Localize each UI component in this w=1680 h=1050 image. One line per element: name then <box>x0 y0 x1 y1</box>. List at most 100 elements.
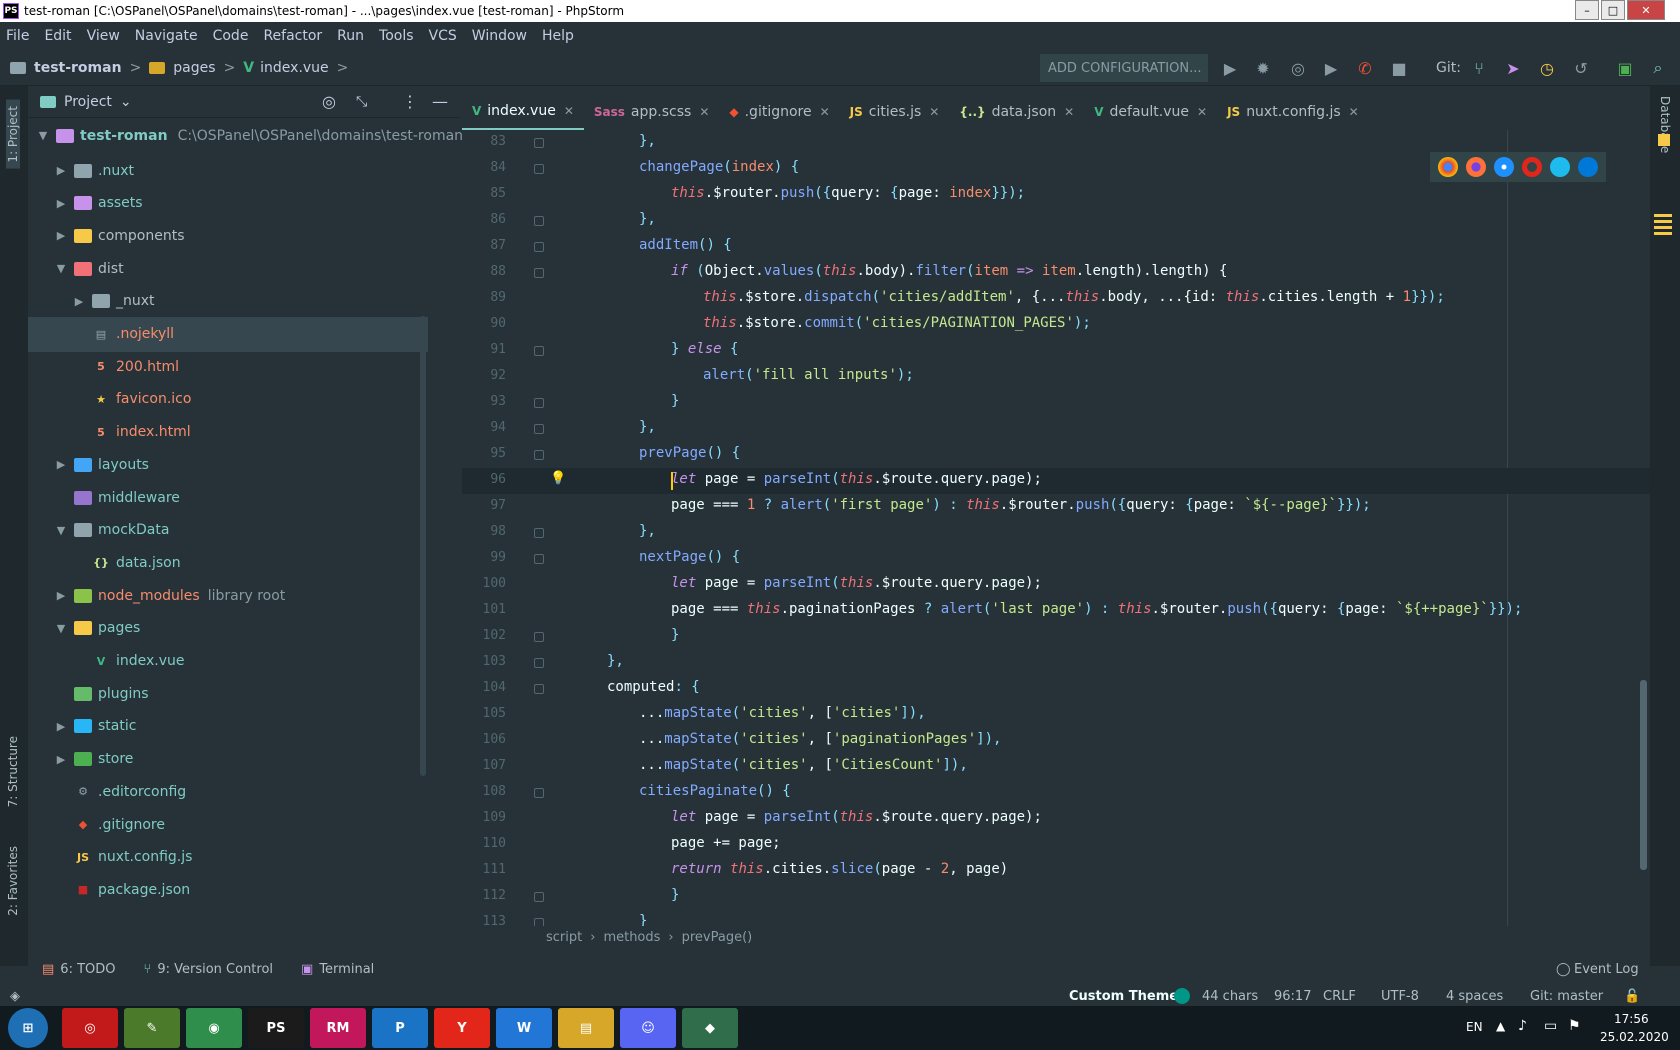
menu-tools[interactable]: Tools <box>379 28 414 44</box>
code-line[interactable]: 113} <box>462 910 1650 926</box>
close-icon[interactable]: ✕ <box>929 105 939 119</box>
close-icon[interactable]: ✕ <box>1349 105 1359 119</box>
menu-navigate[interactable]: Navigate <box>135 28 198 44</box>
close-icon[interactable]: ✕ <box>564 104 574 118</box>
lightbulb-icon[interactable]: 💡 <box>550 471 566 486</box>
coverage-icon[interactable]: ◎ <box>1287 57 1309 79</box>
code-line[interactable]: 92 alert('fill all inputs'); <box>462 364 1650 390</box>
discord-icon[interactable]: ☺ <box>620 1008 676 1048</box>
close-button[interactable]: ✕ <box>1627 0 1665 20</box>
more-options-icon[interactable]: ⋮ <box>402 92 418 111</box>
menu-refactor[interactable]: Refactor <box>263 28 322 44</box>
code-line[interactable]: 111 return this.cities.slice(page - 2, pa… <box>462 858 1650 884</box>
tree-item[interactable]: ⚙ .editorconfig <box>28 774 428 809</box>
tab-app-scss[interactable]: Sass app.scss ✕ <box>584 94 719 130</box>
breadcrumb-method[interactable]: prevPage() <box>682 930 753 945</box>
breadcrumb-methods[interactable]: methods <box>603 930 660 945</box>
code-line[interactable]: 103}, <box>462 650 1650 676</box>
tree-item[interactable]: ▼ dist <box>28 251 428 286</box>
add-configuration-button[interactable]: ADD CONFIGURATION... <box>1040 54 1208 82</box>
tree-item[interactable]: middleware <box>28 480 428 515</box>
git-push-icon[interactable]: ➤ <box>1502 57 1524 79</box>
menu-vcs[interactable]: VCS <box>429 28 457 44</box>
fold-marker-icon[interactable] <box>534 424 544 434</box>
menu-help[interactable]: Help <box>542 28 574 44</box>
phone-icon[interactable]: ✆ <box>1354 57 1376 79</box>
project-tool-tab[interactable]: 1: Project <box>6 100 20 169</box>
maximize-button[interactable]: □ <box>1601 0 1625 20</box>
favorites-tool-tab[interactable]: 2: Favorites <box>6 846 20 916</box>
edge-icon[interactable] <box>1578 157 1598 177</box>
chevron-down-icon[interactable]: ▼ <box>54 622 68 635</box>
breadcrumb-script[interactable]: script <box>546 930 582 945</box>
chevron-down-icon[interactable]: ⌄ <box>120 94 132 110</box>
close-icon[interactable]: ✕ <box>1197 105 1207 119</box>
tree-item[interactable]: ▼ mockData <box>28 513 428 548</box>
code-line[interactable]: 108 citiesPaginate() { <box>462 780 1650 806</box>
tree-item[interactable]: JS nuxt.config.js <box>28 840 428 875</box>
chrome-icon[interactable]: ◉ <box>186 1008 242 1048</box>
code-line[interactable]: 96 let page = parseInt(this.$route.query.… <box>462 468 1650 494</box>
terminal-tool-tab[interactable]: Terminal <box>319 962 374 977</box>
close-icon[interactable]: ✕ <box>699 105 709 119</box>
ie-icon[interactable] <box>1550 157 1570 177</box>
debug-icon[interactable]: ✹ <box>1252 57 1274 79</box>
yandex-icon[interactable]: Y <box>434 1008 490 1048</box>
editor-scrollbar[interactable] <box>1640 680 1647 870</box>
tree-item[interactable]: Vindex.vue <box>28 644 428 679</box>
explorer-icon[interactable]: ▤ <box>558 1008 614 1048</box>
fold-marker-icon[interactable] <box>534 892 544 902</box>
encoding[interactable]: UTF-8 <box>1381 989 1419 1004</box>
fold-marker-icon[interactable] <box>534 554 544 564</box>
theme-name[interactable]: Custom Theme <box>1069 989 1178 1004</box>
chevron-right-icon[interactable]: ▶ <box>54 720 68 733</box>
code-line[interactable]: 97 page === 1 ? alert('first page') : thi… <box>462 494 1650 520</box>
safari-icon[interactable] <box>1494 157 1514 177</box>
tray-up-icon[interactable]: ▲ <box>1496 1019 1505 1033</box>
tree-item[interactable]: ▶ components <box>28 218 428 253</box>
code-line[interactable]: 87 addItem() { <box>462 234 1650 260</box>
tab--gitignore[interactable]: ◆ .gitignore ✕ <box>719 94 839 130</box>
chevron-right-icon[interactable]: ▶ <box>72 295 86 308</box>
code-line[interactable]: 112} <box>462 884 1650 910</box>
fold-marker-icon[interactable] <box>534 632 544 642</box>
chevron-down-icon[interactable]: ▼ <box>54 262 68 275</box>
adobe-cc-icon[interactable]: ◎ <box>62 1008 118 1048</box>
menu-code[interactable]: Code <box>213 28 249 44</box>
code-line[interactable]: 98}, <box>462 520 1650 546</box>
menu-edit[interactable]: Edit <box>44 28 71 44</box>
code-line[interactable]: 86}, <box>462 208 1650 234</box>
code-line[interactable]: 106 ...mapState('cities', ['paginationPag… <box>462 728 1650 754</box>
fold-marker-icon[interactable] <box>534 788 544 798</box>
fold-marker-icon[interactable] <box>534 242 544 252</box>
w-app-icon[interactable]: W <box>496 1008 552 1048</box>
phpstorm-icon[interactable]: PS <box>248 1008 304 1048</box>
tree-item[interactable]: ◆ .gitignore <box>28 807 428 842</box>
collapse-all-icon[interactable]: ⤡ <box>356 94 367 110</box>
code-line[interactable]: 99 nextPage() { <box>462 546 1650 572</box>
tree-item[interactable]: ▶ node_modules library root <box>28 578 428 613</box>
run-icon[interactable]: ▶ <box>1219 57 1241 79</box>
menu-view[interactable]: View <box>87 28 120 44</box>
git-rollback-icon[interactable]: ↺ <box>1570 57 1592 79</box>
tree-item[interactable]: plugins <box>28 676 428 711</box>
flag-icon[interactable]: ⚑ <box>1568 1018 1581 1034</box>
nav-project[interactable]: test-roman <box>34 60 122 76</box>
fold-marker-icon[interactable] <box>534 398 544 408</box>
tree-root[interactable]: ▼ test-roman C:\OSPanel\OSPanel\domains\… <box>36 118 463 153</box>
code-line[interactable]: 109 let page = parseInt(this.$route.query… <box>462 806 1650 832</box>
close-icon[interactable]: ✕ <box>820 105 830 119</box>
chevron-right-icon[interactable]: ▶ <box>54 164 68 177</box>
tab-cities-js[interactable]: JS cities.js ✕ <box>840 94 950 130</box>
tree-item[interactable]: ▶ assets <box>28 186 428 221</box>
clock-date[interactable]: 25.02.2020 <box>1600 1030 1669 1044</box>
tree-scrollbar[interactable] <box>420 316 426 776</box>
windows-start-icon[interactable]: ⊞ <box>8 1008 48 1048</box>
chevron-right-icon[interactable]: ▶ <box>54 589 68 602</box>
p-app-icon[interactable]: P <box>372 1008 428 1048</box>
code-line[interactable]: 104 computed: { <box>462 676 1650 702</box>
version-control-tool-tab[interactable]: 9: Version Control <box>157 962 273 977</box>
language-indicator[interactable]: EN <box>1466 1020 1483 1034</box>
code-editor[interactable]: 83}, 84 changePage(index) {85 this.$router.… <box>462 130 1650 926</box>
tree-item[interactable]: 5 index.html <box>28 415 428 450</box>
